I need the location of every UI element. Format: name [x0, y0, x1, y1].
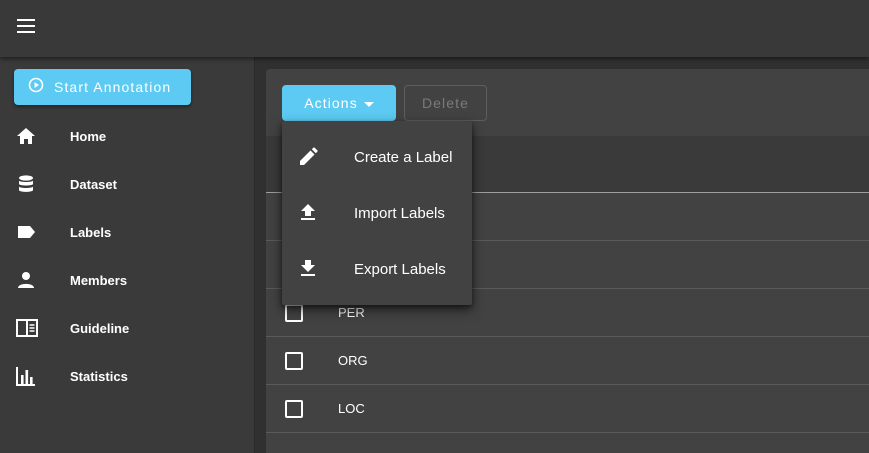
caret-down-icon [363, 95, 374, 111]
table-row: ORG [266, 337, 869, 385]
sidebar-item-statistics[interactable]: Statistics [0, 352, 254, 400]
sidebar-item-dataset[interactable]: Dataset [0, 160, 254, 208]
label-name: PER [338, 305, 365, 320]
sidebar-item-label: Labels [70, 224, 112, 240]
sidebar-item-label: Guideline [70, 320, 130, 336]
home-icon [0, 127, 70, 145]
menu-item-export-labels[interactable]: Export Labels [282, 241, 472, 297]
start-annotation-button[interactable]: Start Annotation [14, 69, 191, 105]
table-row: LOC [266, 385, 869, 433]
label-name: LOC [338, 401, 365, 416]
download-icon [282, 259, 354, 279]
pencil-icon [282, 147, 354, 167]
upload-icon [282, 203, 354, 223]
delete-label: Delete [421, 95, 470, 111]
app-bar [0, 0, 869, 57]
bar-chart-icon [0, 366, 70, 386]
sidebar-item-labels[interactable]: Labels [0, 208, 254, 256]
sidebar-item-label: Statistics [70, 368, 128, 384]
menu-item-label: Create a Label [354, 148, 453, 166]
account-icon [0, 270, 70, 290]
sidebar-nav: Home Dataset Labels Members Guideline St… [0, 112, 254, 400]
sidebar-item-label: Dataset [70, 176, 117, 192]
sidebar-item-members[interactable]: Members [0, 256, 254, 304]
book-open-icon [0, 319, 70, 337]
label-icon [0, 224, 70, 240]
start-annotation-label: Start Annotation [54, 79, 172, 95]
menu-item-label: Import Labels [354, 204, 445, 222]
actions-menu: Create a Label Import Labels Export Labe… [282, 121, 472, 305]
menu-item-label: Export Labels [354, 260, 446, 278]
sidebar: Start Annotation Home Dataset Labels Mem… [0, 57, 255, 453]
sidebar-item-guideline[interactable]: Guideline [0, 304, 254, 352]
label-name: ORG [338, 353, 368, 368]
menu-item-import-labels[interactable]: Import Labels [282, 185, 472, 241]
toolbar: Actions Delete [282, 85, 487, 121]
row-checkbox[interactable] [285, 351, 303, 370]
row-checkbox[interactable] [285, 399, 303, 418]
actions-label: Actions [304, 95, 358, 111]
hamburger-menu-icon[interactable] [14, 14, 38, 38]
database-icon [0, 174, 70, 194]
sidebar-item-label: Members [70, 272, 128, 288]
row-checkbox[interactable] [285, 303, 303, 322]
delete-button[interactable]: Delete [404, 85, 487, 121]
menu-item-create-label[interactable]: Create a Label [282, 129, 472, 185]
sidebar-item-home[interactable]: Home [0, 112, 254, 160]
play-circle-icon [28, 77, 44, 98]
sidebar-item-label: Home [70, 128, 107, 144]
actions-button[interactable]: Actions [282, 85, 396, 121]
